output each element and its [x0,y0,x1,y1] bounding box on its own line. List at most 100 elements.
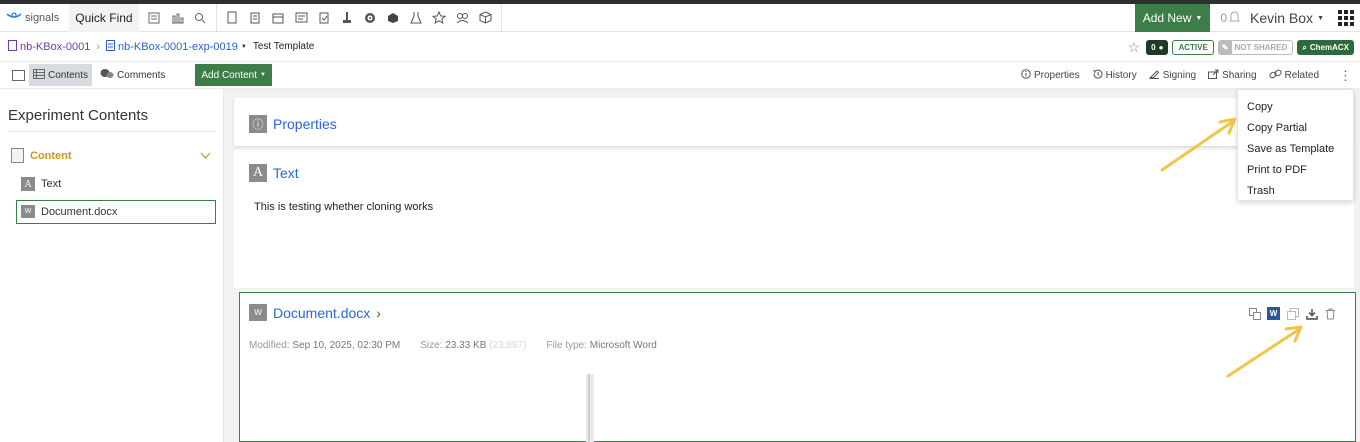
comments-icon [100,68,114,82]
user-menu[interactable]: Kevin Box ▼ [1250,10,1332,26]
caret-down-icon: ▼ [240,43,247,50]
filetype-field: File type: Microsoft Word [546,340,656,351]
history-label: History [1105,70,1137,81]
breadcrumb: nb-KBox-0001 › nb-KBox-0001-exp-0019 ▼ T… [0,32,1360,62]
chemacx-button[interactable]: ⌕ ChemACX [1297,40,1354,55]
bell-icon [1228,10,1241,26]
tab-comments[interactable]: Comments [96,64,169,86]
document-icon [11,148,24,163]
caret-down-icon: ▼ [260,72,266,78]
toggle-panel-button[interactable] [8,64,29,86]
size-label: Size: [420,340,443,351]
item-label: Text [41,178,62,190]
status-badge[interactable]: ACTIVE [1172,40,1214,55]
signals-logo[interactable]: signals [0,10,59,25]
comment-count-badge[interactable]: 0 ● [1146,40,1169,55]
info-icon: ⓘ [249,115,267,133]
caret-down-icon: ▼ [1317,14,1324,22]
search-icon[interactable] [189,4,212,32]
star-icon[interactable] [428,4,451,32]
add-content-button[interactable]: Add Content ▼ [195,64,272,86]
box-icon[interactable] [474,4,497,32]
sharing-link[interactable]: Sharing [1202,69,1262,82]
menu-item-save-as-template[interactable]: Save as Template [1238,138,1353,159]
calculator-icon[interactable] [143,4,166,32]
breadcrumb-notebook[interactable]: nb-KBox-0001 [8,39,90,54]
content-section-header[interactable]: Content [11,148,211,163]
add-content-label: Add Content [201,69,257,81]
app-grid-icon[interactable] [1338,10,1354,26]
target-icon[interactable] [359,4,382,32]
history-link[interactable]: History [1086,69,1143,82]
related-label: Related [1284,70,1319,81]
menu-item-trash[interactable]: Trash [1238,180,1353,201]
copy-link-icon[interactable] [1248,307,1261,320]
chemacx-label: ChemACX [1309,43,1349,52]
related-link[interactable]: Related [1263,69,1325,82]
beaker-icon[interactable] [405,4,428,32]
properties-heading[interactable]: ⓘ Properties [249,115,337,133]
experiment-title: Test Template [252,41,315,52]
menu-item-print-to-pdf[interactable]: Print to PDF [1238,159,1353,180]
experiment-contents-panel: Experiment Contents Content A Text W Doc… [0,89,224,442]
calendar-icon[interactable] [267,4,290,32]
caret-down-icon: ▼ [1195,14,1203,22]
cube-icon[interactable] [382,4,405,32]
list-item-text[interactable]: A Text [21,177,61,191]
filetype-value: Microsoft Word [589,340,657,351]
chart-icon[interactable] [166,4,189,32]
menu-item-copy-partial[interactable]: Copy Partial [1238,117,1353,138]
duplicate-icon[interactable] [1286,307,1299,320]
clipboard-icon[interactable] [244,4,267,32]
image-icon[interactable] [290,4,313,32]
add-new-button[interactable]: Add New ▼ [1134,4,1211,32]
modified-label: Modified: [249,340,290,351]
pencil-icon: ✎ [1218,41,1232,54]
notification-count: 0 [1220,11,1228,25]
text-heading[interactable]: A Text [249,164,299,182]
speech-bubble-icon: ● [1158,43,1164,52]
document-heading[interactable]: W Document.docx › [249,304,381,321]
sharing-badge[interactable]: ✎ NOT SHARED [1217,40,1294,55]
history-icon [1092,69,1103,82]
modified-value: Sep 10, 2025, 02:30 PM [292,340,401,351]
favorite-star-icon[interactable]: ☆ [1128,39,1141,56]
breadcrumb-experiment[interactable]: nb-KBox-0001-exp-0019 ▼ [106,39,247,54]
item-label: Document.docx [41,205,118,218]
panel-divider [8,131,216,132]
chevron-down-icon [200,150,211,162]
more-options-icon[interactable]: ⋮ [1325,68,1360,84]
comment-count: 0 [1151,43,1156,52]
trash-icon[interactable] [1324,307,1337,320]
list-icon [33,68,45,82]
signing-link[interactable]: Signing [1143,69,1202,82]
nav-divider [500,3,502,32]
search-icon: ⌕ [1302,42,1307,52]
download-icon[interactable] [1305,307,1318,320]
quick-find-button[interactable]: Quick Find [69,3,139,32]
notebook-icon [8,39,17,54]
info-icon [1021,69,1031,82]
flask-stand-icon[interactable] [336,4,359,32]
molecule-icon[interactable] [451,4,474,32]
experiment-icon [106,39,115,54]
nav-divider [215,3,217,32]
chevron-right-icon: › [376,304,381,321]
sharing-label: Sharing [1222,70,1257,81]
list-item-document[interactable]: W Document.docx [21,205,117,218]
properties-link[interactable]: Properties [1015,69,1086,82]
clipboard-check-icon[interactable] [313,4,336,32]
tab-contents[interactable]: Contents [29,64,93,86]
open-in-word-icon[interactable]: W [1267,307,1280,320]
content-toolbar: Contents Comments Add Content ▼ Properti… [0,62,1360,89]
sidebar-toggle-icon [12,69,25,81]
menu-item-copy[interactable]: Copy [1238,96,1353,117]
signing-label: Signing [1162,70,1197,81]
notebook-icon[interactable] [221,4,244,32]
document-preview-divider [588,374,590,442]
notifications-button[interactable]: 0 [1210,10,1250,26]
text-body[interactable]: This is testing whether cloning works [254,201,433,213]
text-type-icon: A [21,177,35,191]
document-card: W Document.docx › W Modified: Sep 10, 20… [239,292,1356,442]
share-icon [1208,69,1219,82]
